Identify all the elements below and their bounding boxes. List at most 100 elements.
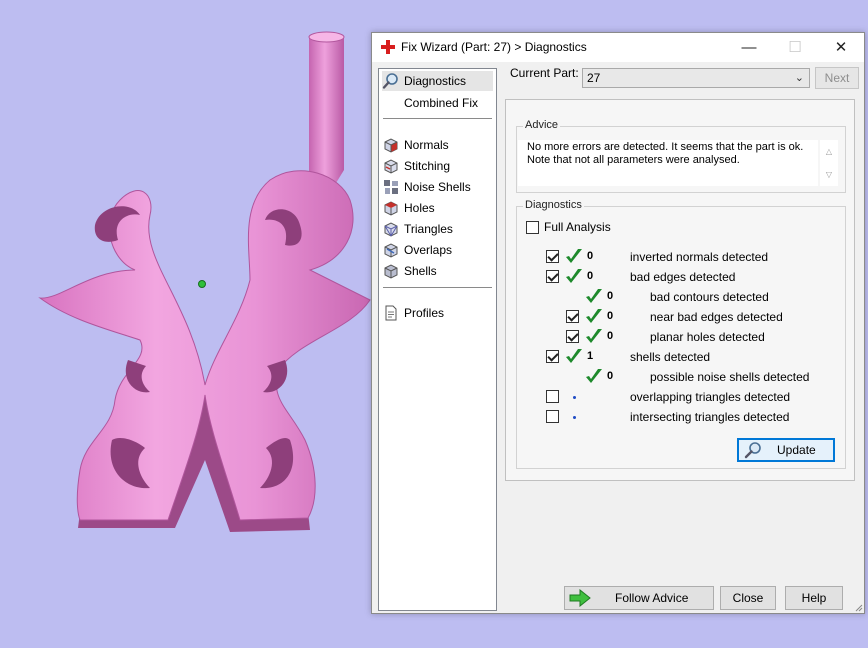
current-part-select[interactable]: 27 ⌄ bbox=[582, 68, 810, 88]
follow-advice-button[interactable]: Follow Advice bbox=[564, 586, 714, 610]
fix-wizard-window: Fix Wizard (Part: 27) > Diagnostics — ☐ … bbox=[371, 32, 865, 614]
diagnostic-checkbox[interactable] bbox=[566, 330, 579, 343]
diagnostic-checkbox[interactable] bbox=[546, 250, 559, 263]
shells-cube-icon bbox=[384, 264, 398, 279]
nav-item-holes[interactable]: Holes bbox=[382, 198, 493, 218]
diagnostic-count: 1 bbox=[587, 350, 594, 362]
full-analysis-label: Full Analysis bbox=[544, 220, 611, 234]
diagnostic-row: overlapping triangles detected bbox=[517, 387, 847, 407]
next-button[interactable]: Next bbox=[815, 67, 859, 89]
green-arrow-right-icon bbox=[569, 589, 591, 607]
noise-shells-cube-icon bbox=[384, 180, 398, 194]
maximize-button[interactable]: ☐ bbox=[772, 33, 818, 62]
resize-grip-icon[interactable] bbox=[853, 602, 863, 612]
green-check-icon bbox=[586, 309, 602, 323]
diagnostic-label: inverted normals detected bbox=[630, 250, 769, 264]
diagnostic-count: 0 bbox=[607, 370, 614, 382]
diagnostic-row: 0 planar holes detected bbox=[517, 327, 847, 347]
blank-icon bbox=[382, 94, 400, 112]
magnifier-icon bbox=[744, 442, 761, 459]
diagnostic-label: planar holes detected bbox=[650, 330, 765, 344]
nav-item-profiles[interactable]: Profiles bbox=[382, 303, 493, 323]
not-analysed-dot-icon bbox=[573, 416, 576, 419]
red-cross-app-icon bbox=[381, 40, 395, 54]
holes-cube-icon bbox=[384, 201, 398, 216]
nav-item-noise-shells[interactable]: Noise Shells bbox=[382, 177, 493, 197]
diagnostic-count: 0 bbox=[607, 330, 614, 342]
follow-advice-label: Follow Advice bbox=[615, 591, 689, 605]
profile-document-icon bbox=[385, 305, 397, 321]
help-button[interactable]: Help bbox=[785, 586, 843, 610]
fix-wizard-nav-list: Diagnostics Combined Fix Normals Stitchi… bbox=[378, 68, 497, 611]
nav-item-label: Shells bbox=[404, 264, 437, 278]
diagnostic-checkbox[interactable] bbox=[546, 410, 559, 423]
current-part-label: Current Part: bbox=[510, 66, 579, 80]
scroll-up-icon[interactable]: △ bbox=[820, 140, 838, 163]
diagnostic-row: 0 bad contours detected bbox=[517, 287, 847, 307]
nav-item-label: Overlaps bbox=[404, 243, 453, 257]
nav-item-label: Normals bbox=[404, 138, 449, 152]
diagnostic-label: bad contours detected bbox=[650, 290, 769, 304]
green-check-icon bbox=[586, 369, 602, 383]
overlaps-cube-icon bbox=[384, 243, 398, 258]
diagnostic-label: intersecting triangles detected bbox=[630, 410, 790, 424]
nav-item-combined-fix[interactable]: Combined Fix bbox=[382, 93, 493, 113]
diagnostic-row: 0 bad edges detected bbox=[517, 267, 847, 287]
normals-cube-icon bbox=[384, 138, 398, 153]
magnifier-icon bbox=[382, 73, 398, 89]
diagnostic-count: 0 bbox=[587, 270, 594, 282]
diagnostic-row: 1 shells detected bbox=[517, 347, 847, 367]
title-bar[interactable]: Fix Wizard (Part: 27) > Diagnostics — ☐ … bbox=[372, 33, 864, 62]
diagnostic-row: intersecting triangles detected bbox=[517, 407, 847, 427]
close-window-button[interactable]: ✕ bbox=[818, 33, 864, 62]
current-part-value: 27 bbox=[587, 71, 601, 85]
nav-item-shells[interactable]: Shells bbox=[382, 261, 493, 281]
nav-item-label: Noise Shells bbox=[404, 180, 471, 194]
diagnostics-panel: Advice No more errors are detected. It s… bbox=[505, 99, 855, 481]
advice-line-2: Note that not all parameters were analys… bbox=[527, 154, 740, 166]
chevron-down-icon: ⌄ bbox=[794, 72, 804, 84]
close-button[interactable]: Close bbox=[720, 586, 776, 610]
nav-item-overlaps[interactable]: Overlaps bbox=[382, 240, 493, 260]
diagnostic-label: near bad edges detected bbox=[650, 310, 783, 324]
advice-scrollbar[interactable]: △ ▽ bbox=[820, 140, 838, 186]
diagnostic-checkbox[interactable] bbox=[566, 310, 579, 323]
nav-item-normals[interactable]: Normals bbox=[382, 135, 493, 155]
green-check-icon bbox=[586, 289, 602, 303]
diagnostic-checkbox[interactable] bbox=[546, 390, 559, 403]
diagnostic-row: 0 inverted normals detected bbox=[517, 247, 847, 267]
minimize-button[interactable]: — bbox=[726, 33, 772, 62]
nav-item-stitching[interactable]: Stitching bbox=[382, 156, 493, 176]
nav-item-label: Profiles bbox=[404, 306, 445, 320]
window-title: Fix Wizard (Part: 27) > Diagnostics bbox=[401, 40, 587, 54]
nav-item-label: Stitching bbox=[404, 159, 451, 173]
advice-group-title: Advice bbox=[523, 119, 561, 131]
diagnostic-label: bad edges detected bbox=[630, 270, 736, 284]
diagnostic-checkbox[interactable] bbox=[546, 350, 559, 363]
update-button[interactable]: Update bbox=[737, 438, 835, 462]
nav-item-label: Diagnostics bbox=[404, 74, 467, 88]
green-check-icon bbox=[566, 269, 582, 283]
advice-textbox[interactable]: No more errors are detected. It seems th… bbox=[518, 140, 818, 186]
update-button-label: Update bbox=[777, 443, 816, 457]
not-analysed-dot-icon bbox=[573, 396, 576, 399]
advice-group: Advice No more errors are detected. It s… bbox=[516, 119, 846, 193]
diagnostic-label: overlapping triangles detected bbox=[630, 390, 791, 404]
diagnostic-count: 0 bbox=[607, 310, 614, 322]
diagnostic-row: 0 possible noise shells detected bbox=[517, 367, 847, 387]
nav-item-diagnostics[interactable]: Diagnostics bbox=[382, 71, 493, 91]
green-check-icon bbox=[566, 249, 582, 263]
scroll-down-icon[interactable]: ▽ bbox=[820, 163, 838, 186]
green-check-icon bbox=[566, 349, 582, 363]
diagnostic-count: 0 bbox=[607, 290, 614, 302]
diagnostic-row: 0 near bad edges detected bbox=[517, 307, 847, 327]
green-check-icon bbox=[586, 329, 602, 343]
diagnostic-count: 0 bbox=[587, 250, 594, 262]
nav-item-label: Holes bbox=[404, 201, 435, 215]
nav-separator bbox=[383, 287, 492, 288]
diagnostics-group-title: Diagnostics bbox=[523, 199, 584, 211]
nav-item-triangles[interactable]: Triangles bbox=[382, 219, 493, 239]
diagnostic-label: shells detected bbox=[630, 350, 711, 364]
full-analysis-checkbox[interactable] bbox=[526, 221, 539, 234]
diagnostic-checkbox[interactable] bbox=[546, 270, 559, 283]
